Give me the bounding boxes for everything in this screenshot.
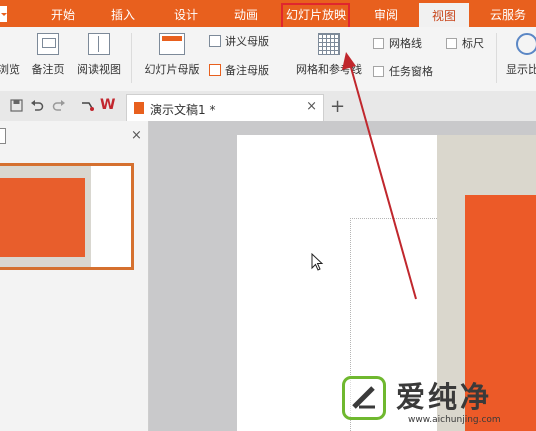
watermark-url: www.aichunjing.com [408, 415, 501, 425]
watermark-icon [342, 376, 386, 420]
red-arrow-annotation [342, 52, 417, 300]
watermark-brand: 爱纯净 [396, 380, 493, 414]
watermark-logo: 爱纯净 www.aichunjing.com [342, 374, 532, 428]
